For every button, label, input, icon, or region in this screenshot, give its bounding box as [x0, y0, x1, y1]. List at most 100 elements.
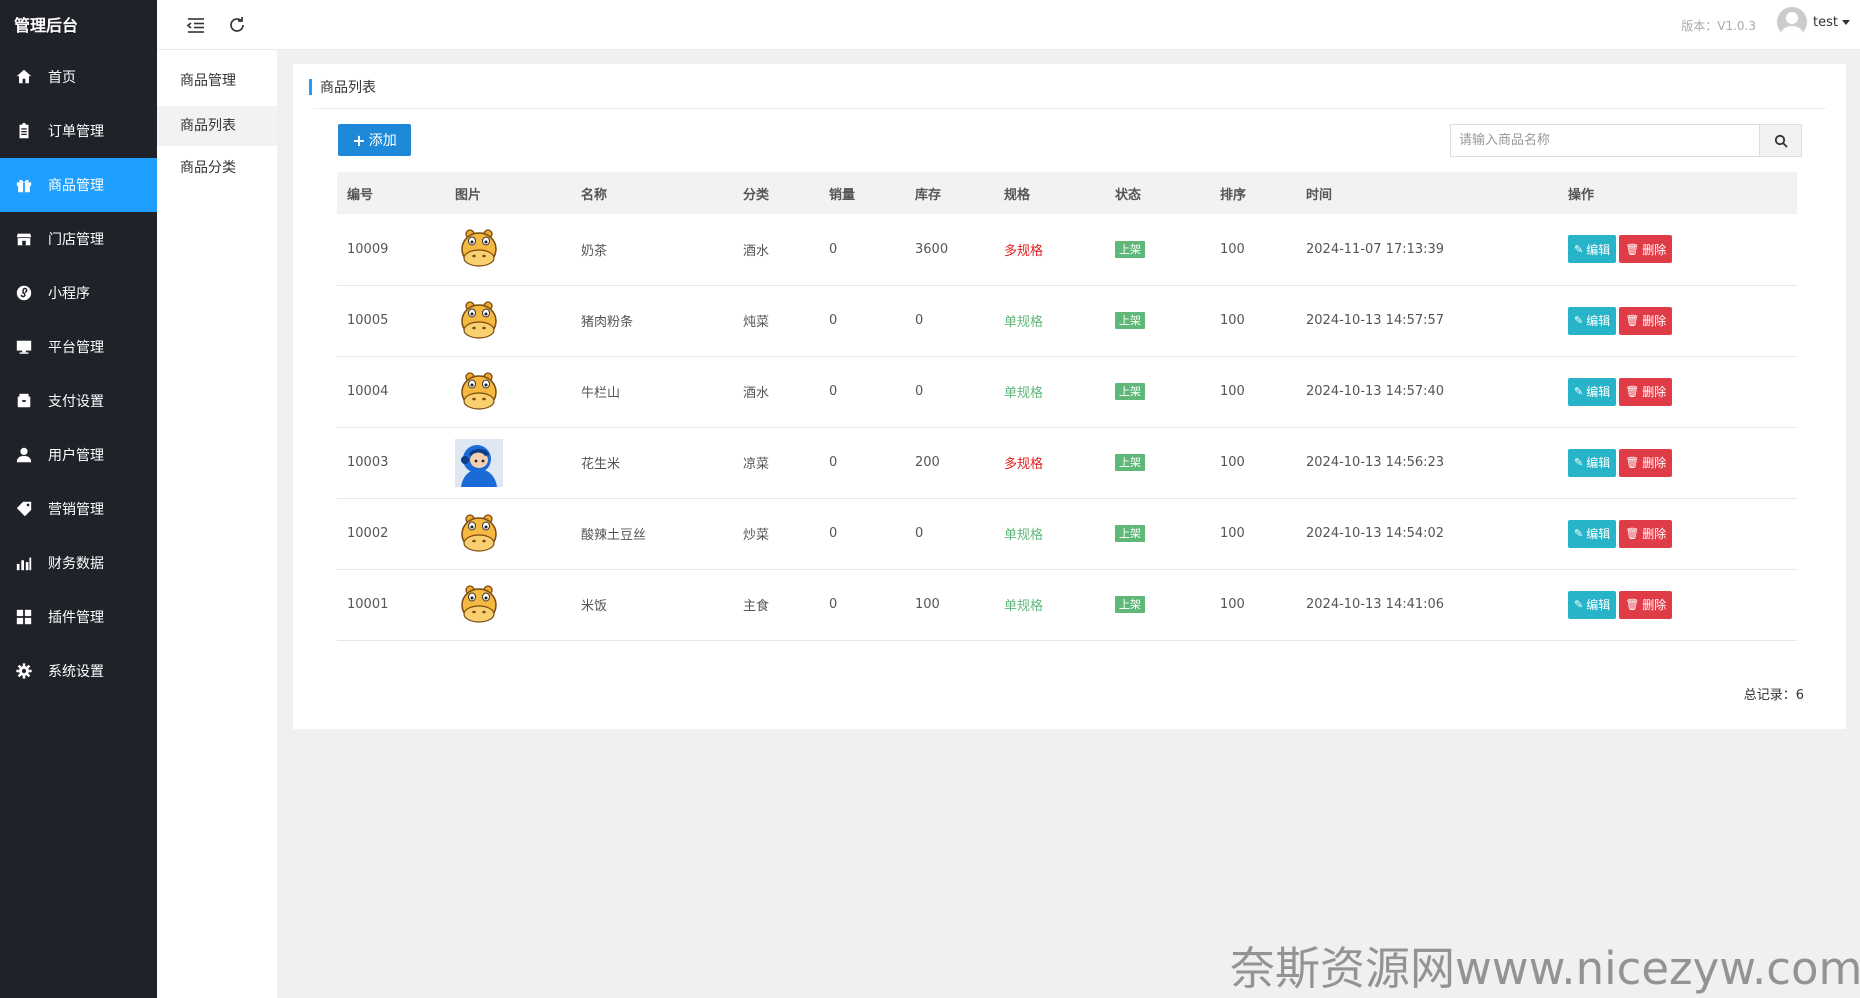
sidebar-item-7[interactable]: 用户管理	[0, 428, 157, 482]
sidebar-item-1[interactable]: 订单管理	[0, 104, 157, 158]
cell-id: 10001	[347, 597, 389, 612]
sidebar-item-label: 小程序	[48, 286, 90, 302]
cell-sales: 0	[829, 455, 838, 470]
gear-icon	[14, 661, 34, 681]
cell-status: 上架	[1105, 214, 1210, 285]
subnav-item-goods-category[interactable]: 商品分类	[157, 148, 277, 188]
table-row: 10009 奶茶 酒水 0 3600 多规格 上架 100 2024-11-07 17:13:3…	[337, 214, 1797, 285]
delete-button[interactable]: 🗑 删除	[1619, 306, 1673, 335]
cell-status: 上架	[1105, 498, 1210, 569]
cell-image	[445, 356, 571, 427]
col-header-sales: 销量	[829, 187, 856, 203]
delete-label: 删除	[1642, 314, 1667, 328]
collapse-menu-icon[interactable]	[184, 13, 208, 37]
sidebar-item-3[interactable]: 门店管理	[0, 212, 157, 266]
user-menu[interactable]: test	[1777, 7, 1850, 37]
cell-category: 主食	[743, 599, 770, 614]
cell-actions: ✎ 编辑 🗑 删除	[1558, 569, 1797, 640]
cell-stock: 0	[915, 526, 924, 541]
cell-image	[445, 285, 571, 356]
search-input[interactable]	[1451, 125, 1759, 156]
edit-button[interactable]: ✎ 编辑	[1568, 519, 1617, 548]
cell-status: 上架	[1105, 569, 1210, 640]
delete-button[interactable]: 🗑 删除	[1619, 590, 1673, 619]
add-button-label: 添加	[368, 133, 397, 149]
cell-name: 猪肉粉条	[581, 315, 634, 330]
cell-actions: ✎ 编辑 🗑 删除	[1558, 285, 1797, 356]
cell-actions: ✎ 编辑 🗑 删除	[1558, 214, 1797, 285]
sidebar-item-0[interactable]: 首页	[0, 50, 157, 104]
sidebar-item-2[interactable]: 商品管理	[0, 158, 157, 212]
edit-button[interactable]: ✎ 编辑	[1568, 306, 1617, 335]
col-header-name: 名称	[581, 187, 608, 203]
edit-label: 编辑	[1586, 242, 1611, 257]
spec-label: 单规格	[1004, 315, 1044, 330]
edit-button[interactable]: ✎ 编辑	[1568, 235, 1617, 264]
sidebar-item-5[interactable]: 平台管理	[0, 320, 157, 374]
delete-button[interactable]: 🗑 删除	[1619, 519, 1673, 548]
pencil-icon: ✎	[1574, 242, 1584, 256]
search-icon	[1774, 134, 1788, 148]
refresh-icon[interactable]	[225, 13, 249, 37]
cell-sort: 100	[1220, 313, 1245, 328]
trash-icon: 🗑	[1625, 456, 1640, 469]
sidebar-item-label: 首页	[48, 70, 76, 86]
cell-category: 酒水	[743, 243, 770, 259]
cell-status: 上架	[1105, 285, 1210, 356]
col-header-id: 编号	[347, 187, 374, 203]
version-label: 版本：V1.0.3	[1681, 19, 1756, 33]
edit-button[interactable]: ✎ 编辑	[1568, 448, 1617, 477]
status-badge: 上架	[1115, 312, 1145, 329]
pencil-icon: ✎	[1574, 385, 1584, 398]
cell-time: 2024-10-13 14:57:40	[1306, 384, 1445, 399]
gift-icon	[14, 175, 34, 195]
pencil-icon: ✎	[1574, 456, 1584, 469]
subnav-item-goods-list[interactable]: 商品列表	[157, 106, 277, 146]
table-body: 10009 奶茶 酒水 0 3600 多规格 上架 100 2024-11-07 17:13:3…	[337, 214, 1797, 640]
cell-name: 花生米	[581, 457, 621, 472]
edit-button[interactable]: ✎ 编辑	[1568, 590, 1617, 619]
sidebar-item-label: 支付设置	[48, 394, 104, 410]
cell-status: 上架	[1105, 356, 1210, 427]
delete-label: 删除	[1642, 527, 1667, 541]
delete-button[interactable]: 🗑 删除	[1619, 235, 1673, 264]
edit-label: 编辑	[1586, 385, 1611, 399]
cell-name: 酸辣土豆丝	[581, 528, 647, 543]
sidebar-item-8[interactable]: 营销管理	[0, 482, 157, 536]
sidebar-item-label: 商品管理	[48, 178, 104, 194]
add-button[interactable]: + 添加	[338, 124, 411, 156]
delete-button[interactable]: 🗑 删除	[1619, 377, 1673, 406]
sidebar-item-9[interactable]: 财务数据	[0, 536, 157, 590]
cell-spec: 多规格	[994, 427, 1105, 498]
sidebar-item-10[interactable]: 插件管理	[0, 590, 157, 644]
cell-sales: 0	[829, 597, 838, 612]
cell-actions: ✎ 编辑 🗑 删除	[1558, 427, 1797, 498]
sidebar-item-label: 系统设置	[48, 664, 104, 680]
edit-button[interactable]: ✎ 编辑	[1568, 377, 1617, 406]
col-header-category: 分类	[743, 187, 770, 203]
status-badge: 上架	[1115, 240, 1145, 258]
sidebar-item-4[interactable]: 小程序	[0, 266, 157, 320]
cell-stock: 0	[915, 384, 924, 399]
sidebar-item-11[interactable]: 系统设置	[0, 644, 157, 698]
sidebar-item-label: 门店管理	[48, 232, 104, 248]
table-header-row: 编号 图片 名称 分类 销量 库存 规格 状态 排序 时间 操作	[337, 172, 1797, 214]
spec-label: 多规格	[1004, 457, 1044, 472]
cell-time: 2024-10-13 14:56:23	[1306, 455, 1445, 470]
cell-sort: 100	[1220, 455, 1245, 470]
delete-button[interactable]: 🗑 删除	[1619, 448, 1673, 477]
pencil-icon: ✎	[1574, 314, 1584, 327]
cell-id: 10004	[347, 384, 389, 399]
panel-title-text: 商品列表	[320, 80, 376, 96]
table-row: 10001 米饭 主食 0 100 单规格 上架 100 2024-10-13 14:41:06…	[337, 569, 1797, 640]
title-accent-bar	[309, 79, 312, 95]
cell-sort: 100	[1220, 384, 1245, 399]
sidebar-item-6[interactable]: 支付设置	[0, 374, 157, 428]
col-header-sort: 排序	[1220, 187, 1247, 203]
pencil-icon: ✎	[1574, 598, 1584, 611]
cell-time: 2024-10-13 14:57:57	[1306, 313, 1445, 328]
search-button[interactable]	[1759, 125, 1801, 156]
cell-status: 上架	[1105, 427, 1210, 498]
trash-icon: 🗑	[1625, 314, 1640, 327]
cell-actions: ✎ 编辑 🗑 删除	[1558, 498, 1797, 569]
